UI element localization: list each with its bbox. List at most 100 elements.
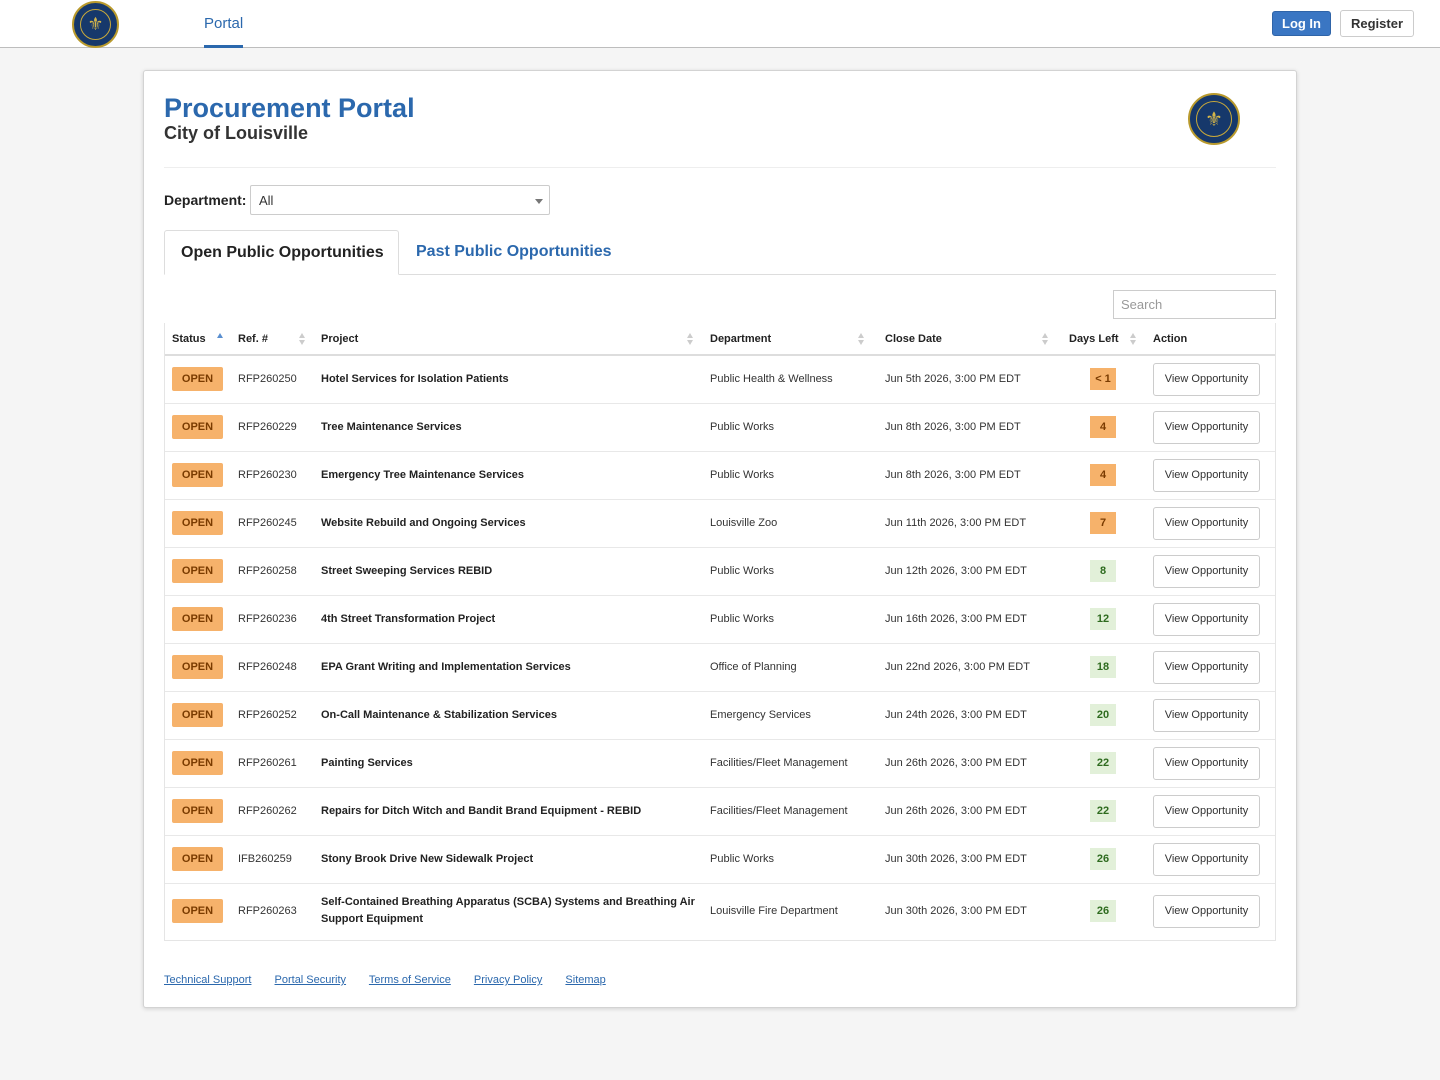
- days-left-cell: 4: [1062, 451, 1146, 500]
- column-header-project[interactable]: Project: [314, 323, 703, 356]
- days-left-badge: 20: [1090, 704, 1116, 726]
- column-header-department[interactable]: Department: [703, 323, 878, 356]
- search-input[interactable]: [1113, 290, 1276, 319]
- status-badge: OPEN: [172, 607, 223, 631]
- status-badge: OPEN: [172, 847, 223, 871]
- status-badge: OPEN: [172, 559, 223, 583]
- sort-icon: [299, 333, 306, 345]
- status-badge: OPEN: [172, 511, 223, 535]
- column-header-ref[interactable]: Ref. #: [231, 323, 314, 356]
- view-opportunity-button[interactable]: View Opportunity: [1153, 698, 1260, 732]
- fleur-de-lis-icon: ⚜: [80, 9, 111, 40]
- project-cell: EPA Grant Writing and Implementation Ser…: [314, 643, 703, 692]
- days-left-cell: 4: [1062, 403, 1146, 452]
- view-opportunity-button[interactable]: View Opportunity: [1153, 602, 1260, 636]
- days-left-badge: 26: [1090, 900, 1116, 923]
- page-title: Procurement Portal: [164, 93, 415, 123]
- table-header-row: Status Ref. # Project Department Close D…: [165, 323, 1275, 356]
- project-cell: Tree Maintenance Services: [314, 403, 703, 452]
- view-opportunity-button[interactable]: View Opportunity: [1153, 410, 1260, 444]
- ref-cell: RFP260230: [231, 451, 314, 500]
- department-cell: Emergency Services: [703, 691, 878, 740]
- tab-open-opportunities[interactable]: Open Public Opportunities: [164, 230, 399, 275]
- sort-icon: [1130, 333, 1137, 345]
- nav-portal-link[interactable]: Portal: [204, 0, 244, 48]
- department-select[interactable]: All: [250, 185, 550, 215]
- days-left-badge: 4: [1090, 416, 1116, 438]
- view-opportunity-button[interactable]: View Opportunity: [1153, 458, 1260, 492]
- column-header-status[interactable]: Status: [165, 323, 231, 356]
- days-left-cell: 12: [1062, 595, 1146, 644]
- action-cell: View Opportunity: [1146, 355, 1275, 404]
- sort-icon: [858, 333, 865, 345]
- footer-link-sitemap[interactable]: Sitemap: [565, 974, 605, 986]
- days-left-cell: 22: [1062, 739, 1146, 788]
- project-cell: Hotel Services for Isolation Patients: [314, 355, 703, 404]
- footer-link-privacy-policy[interactable]: Privacy Policy: [474, 974, 542, 986]
- ref-cell: RFP260252: [231, 691, 314, 740]
- days-left-badge: 7: [1090, 512, 1116, 534]
- login-button[interactable]: Log In: [1272, 11, 1331, 36]
- footer-link-portal-security[interactable]: Portal Security: [275, 974, 347, 986]
- action-cell: View Opportunity: [1146, 883, 1275, 939]
- view-opportunity-button[interactable]: View Opportunity: [1153, 362, 1260, 396]
- column-header-close-date[interactable]: Close Date: [878, 323, 1062, 356]
- close-date-cell: Jun 22nd 2026, 3:00 PM EDT: [878, 643, 1062, 692]
- project-cell: Self-Contained Breathing Apparatus (SCBA…: [321, 896, 695, 926]
- column-header-days-left[interactable]: Days Left: [1062, 323, 1146, 356]
- city-seal-logo[interactable]: ⚜: [72, 1, 119, 48]
- action-cell: View Opportunity: [1146, 787, 1275, 836]
- ref-cell: RFP260245: [231, 499, 314, 548]
- table-row: OPEN RFP260262 Repairs for Ditch Witch and…: [165, 787, 1275, 836]
- department-cell: Public Health & Wellness: [703, 355, 878, 404]
- ref-cell: RFP260229: [231, 403, 314, 452]
- table-row: OPEN RFP260258 Street Sweeping Services RE…: [165, 547, 1275, 596]
- view-opportunity-button[interactable]: View Opportunity: [1153, 894, 1260, 928]
- close-date-cell: Jun 11th 2026, 3:00 PM EDT: [878, 499, 1062, 548]
- close-date-cell: Jun 30th 2026, 3:00 PM EDT: [885, 905, 1027, 918]
- days-left-cell: 18: [1062, 643, 1146, 692]
- table-row: OPEN RFP260252 On-Call Maintenance & Stabi…: [165, 691, 1275, 740]
- days-left-badge: 22: [1090, 752, 1116, 774]
- page-subtitle: City of Louisville: [164, 123, 309, 143]
- table-row: OPEN RFP260248 EPA Grant Writing and Imple…: [165, 643, 1275, 692]
- department-cell: Public Works: [703, 835, 878, 884]
- view-opportunity-button[interactable]: View Opportunity: [1153, 794, 1260, 828]
- table-row: OPEN RFP260261 Painting Services Facilities…: [165, 739, 1275, 788]
- project-cell: Website Rebuild and Ongoing Services: [314, 499, 703, 548]
- table-row: OPEN RFP260230 Emergency Tree Maintenance …: [165, 451, 1275, 500]
- status-cell: OPEN: [165, 595, 231, 644]
- register-button[interactable]: Register: [1340, 10, 1414, 37]
- close-date-cell: Jun 16th 2026, 3:00 PM EDT: [878, 595, 1062, 644]
- department-label: Department:: [164, 192, 247, 208]
- department-cell: Public Works: [703, 451, 878, 500]
- action-cell: View Opportunity: [1146, 499, 1275, 548]
- footer-link-terms-of-service[interactable]: Terms of Service: [369, 974, 451, 986]
- status-cell: OPEN: [165, 499, 231, 548]
- status-badge: OPEN: [172, 703, 223, 727]
- project-cell: Stony Brook Drive New Sidewalk Project: [314, 835, 703, 884]
- view-opportunity-button[interactable]: View Opportunity: [1153, 842, 1260, 876]
- action-cell: View Opportunity: [1146, 547, 1275, 596]
- footer-link-technical-support[interactable]: Technical Support: [164, 974, 251, 986]
- table-row: OPEN RFP260263 Self-Contained Breathing Ap…: [165, 883, 1275, 939]
- view-opportunity-button[interactable]: View Opportunity: [1153, 746, 1260, 780]
- view-opportunity-button[interactable]: View Opportunity: [1153, 650, 1260, 684]
- days-left-badge: 4: [1090, 464, 1116, 486]
- close-date-cell: Jun 12th 2026, 3:00 PM EDT: [878, 547, 1062, 596]
- close-date-cell: Jun 30th 2026, 3:00 PM EDT: [878, 835, 1062, 884]
- view-opportunity-button[interactable]: View Opportunity: [1153, 554, 1260, 588]
- view-opportunity-button[interactable]: View Opportunity: [1153, 506, 1260, 540]
- close-date-cell: Jun 8th 2026, 3:00 PM EDT: [878, 403, 1062, 452]
- action-cell: View Opportunity: [1146, 643, 1275, 692]
- table-row: OPEN IFB260259 Stony Brook Drive New Sidew…: [165, 835, 1275, 884]
- days-left-badge: 26: [1090, 848, 1116, 870]
- ref-cell: RFP260261: [231, 739, 314, 788]
- status-cell: OPEN: [165, 883, 231, 939]
- status-badge: OPEN: [172, 463, 223, 487]
- days-left-badge: 18: [1090, 656, 1116, 678]
- project-cell: Painting Services: [314, 739, 703, 788]
- tab-past-opportunities[interactable]: Past Public Opportunities: [416, 230, 612, 275]
- action-cell: View Opportunity: [1146, 739, 1275, 788]
- department-select-value: All: [259, 193, 274, 208]
